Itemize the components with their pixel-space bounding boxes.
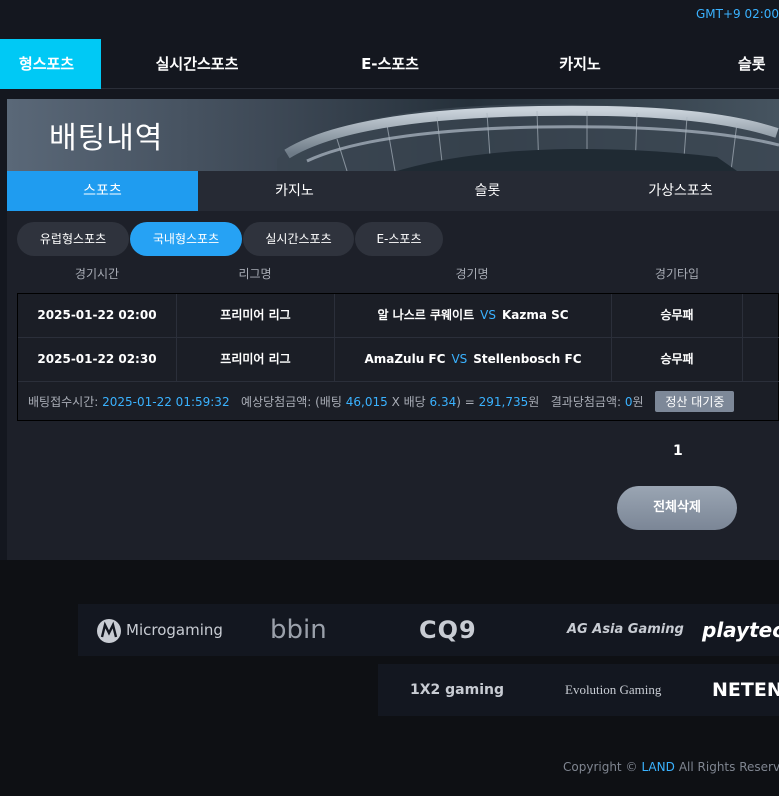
footer: Microgaming bbin CQ9 AG Asia Gaming play… [0, 560, 779, 796]
table-row: 2025-01-22 02:30 프리미어 리그 AmaZulu FC VS Ste… [18, 338, 779, 382]
header-league: 리그명 [238, 267, 272, 281]
cell-league: 프리미어 리그 [177, 338, 335, 381]
odds-value: 6.34 [429, 395, 457, 409]
bet-amount: 46,015 [345, 395, 388, 409]
bet-time-label: 배팅접수시간: [28, 395, 99, 409]
bet-time-value: 2025-01-22 01:59:32 [102, 395, 230, 409]
cell-game-time: 2025-01-22 02:30 [18, 338, 177, 381]
cell-game-type: 승무패 [612, 294, 743, 337]
ag-asia-gaming-logo: AG Asia Gaming [567, 622, 684, 637]
bet-slip: 2025-01-22 02:00 프리미어 리그 알 나스르 쿠웨이트 VS Kaz… [17, 293, 779, 421]
main-nav: 형스포츠 실시간스포츠 E-스포츠 카지노 슬롯 [0, 39, 779, 89]
nav-item-sports[interactable]: 형스포츠 [0, 39, 101, 89]
away-team: Kazma SC [501, 308, 569, 322]
nav-item-slot[interactable]: 슬롯 [738, 39, 779, 89]
cell-match: 알 나스르 쿠웨이트 VS Kazma SC [335, 294, 612, 337]
playtech-logo: playtech [702, 618, 779, 642]
won-label: 원 [528, 395, 540, 409]
cell-extra [743, 294, 779, 337]
evolution-gaming-logo: Evolution Gaming [565, 682, 662, 697]
provider-logos-row-1: Microgaming bbin CQ9 AG Asia Gaming play… [78, 604, 779, 656]
category-tabs: 스포츠 카지노 슬롯 가상스포츠 [7, 171, 779, 211]
tab-slot[interactable]: 슬롯 [391, 171, 584, 211]
netent-logo: NETENT [712, 679, 779, 701]
result-amount: 0 [624, 395, 633, 409]
header-game-type: 경기타입 [654, 267, 700, 281]
nav-item-casino[interactable]: 카지노 [500, 39, 660, 89]
cell-game-type: 승무패 [612, 338, 743, 381]
expected-amount: 291,735 [478, 395, 529, 409]
cell-match: AmaZulu FC VS Stellenbosch FC [335, 338, 612, 381]
microgaming-logo: Microgaming [96, 604, 223, 656]
vs-label: VS [480, 308, 496, 322]
equals-label: ) = [456, 395, 475, 409]
status-badge: 정산 대기중 [655, 391, 735, 412]
pill-live-sports[interactable]: 실시간스포츠 [243, 222, 354, 256]
pill-domestic-sports[interactable]: 국내형스포츠 [130, 222, 242, 256]
home-team: AmaZulu FC [364, 352, 446, 366]
page-title: 배팅내역 [49, 121, 164, 156]
pill-esports[interactable]: E-스포츠 [355, 222, 443, 256]
delete-all-button[interactable]: 전체삭제 [617, 486, 737, 530]
microgaming-icon [97, 618, 121, 643]
tab-casino[interactable]: 카지노 [198, 171, 391, 211]
1x2-gaming-logo: 1X2 gaming [410, 682, 504, 698]
vs-label: VS [451, 352, 468, 366]
stadium-illustration [277, 104, 779, 171]
nav-item-esports[interactable]: E-스포츠 [310, 39, 470, 89]
copyright-suffix: All Rights Reserve [678, 760, 779, 774]
result-label: 결과당첨금액: [550, 395, 622, 409]
tab-sports[interactable]: 스포츠 [7, 171, 198, 211]
table-header: 경기시간 리그명 경기명 경기타입 [17, 265, 779, 287]
copyright-prefix: Copyright © [563, 760, 638, 774]
copyright: Copyright © LAND All Rights Reserve [563, 760, 779, 774]
cell-game-time: 2025-01-22 02:00 [18, 294, 177, 337]
table-row: 2025-01-22 02:00 프리미어 리그 알 나스르 쿠웨이트 VS Kaz… [18, 294, 779, 338]
bbin-logo: bbin [270, 615, 327, 645]
betting-history-panel: 배팅내역 스포츠 카지노 슬롯 가상스포츠 유럽형스포츠 국내형스포츠 실시간스… [7, 99, 779, 560]
bet-summary: 배팅접수시간: 2025-01-22 01:59:32 예상당첨금액: (배팅 … [28, 391, 735, 412]
page-banner: 배팅내역 [7, 99, 779, 171]
pill-european-sports[interactable]: 유럽형스포츠 [17, 222, 129, 256]
header-match: 경기명 [455, 267, 489, 281]
provider-logos-row-2: 1X2 gaming Evolution Gaming NETENT [378, 664, 779, 716]
cell-league: 프리미어 리그 [177, 294, 335, 337]
away-team: Stellenbosch FC [473, 352, 582, 366]
page-number[interactable]: 1 [673, 443, 683, 459]
nav-item-live-sports[interactable]: 실시간스포츠 [117, 39, 277, 89]
clock-text: GMT+9 02:00: [696, 7, 779, 21]
cq9-logo: CQ9 [419, 616, 477, 644]
header-game-time: 경기시간 [74, 267, 120, 281]
cell-extra [743, 338, 779, 381]
brand-link[interactable]: LAND [641, 760, 674, 774]
home-team: 알 나스르 쿠웨이트 [377, 308, 475, 322]
top-bar: GMT+9 02:00: [0, 0, 779, 32]
expected-label: 예상당첨금액: (배팅 [241, 395, 342, 409]
odds-label: X 배당 [391, 395, 426, 409]
result-unit: 원 [632, 395, 644, 409]
tab-virtual-sports[interactable]: 가상스포츠 [584, 171, 777, 211]
